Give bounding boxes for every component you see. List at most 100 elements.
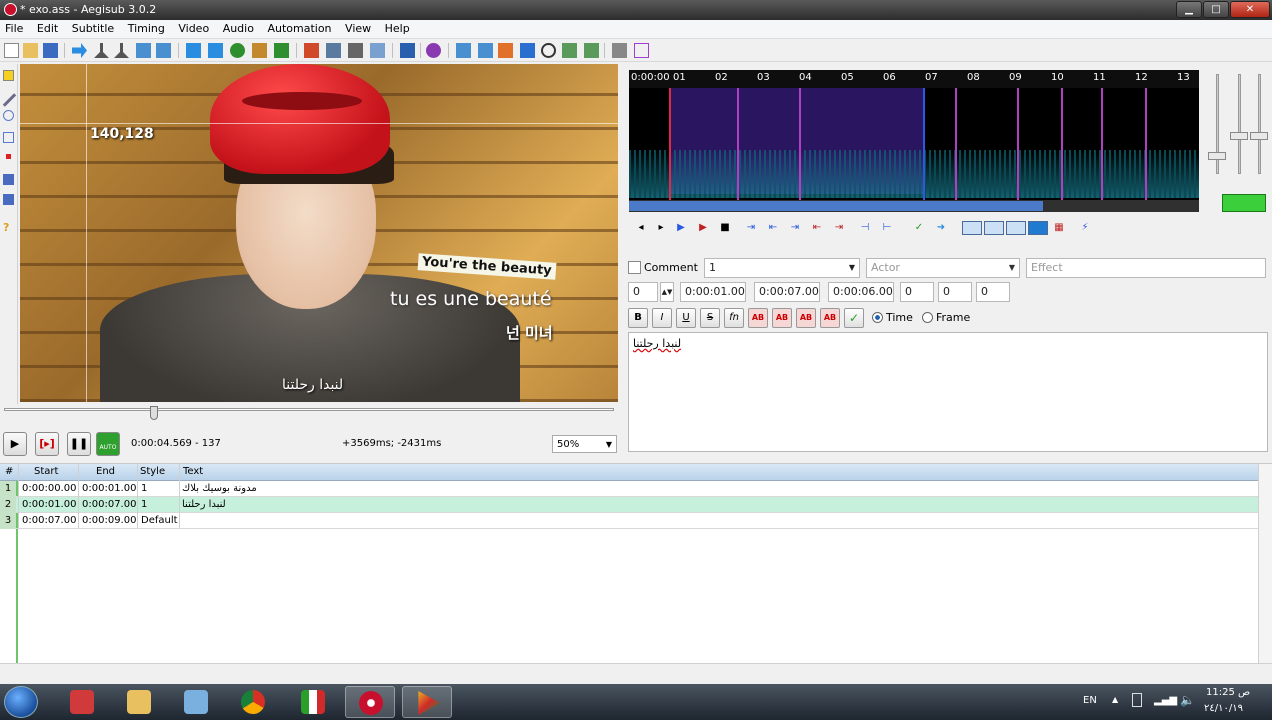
- clip-icon[interactable]: [3, 174, 14, 185]
- options-icon[interactable]: [612, 43, 627, 58]
- check-icon[interactable]: [584, 43, 599, 58]
- taskbar-app-player[interactable]: [402, 686, 452, 718]
- comment-checkbox[interactable]: [628, 261, 641, 274]
- play-before-start-icon[interactable]: ⇥: [744, 221, 758, 235]
- snap-end-icon[interactable]: [478, 43, 493, 58]
- play-to-end-icon[interactable]: ⇥: [832, 221, 846, 235]
- zoom-slider-thumb[interactable]: [1208, 152, 1226, 160]
- play-line-button[interactable]: [▸]: [35, 432, 59, 456]
- margin-left-field[interactable]: 0: [900, 282, 934, 302]
- taskbar-app-notes[interactable]: [171, 686, 221, 718]
- play-selection-icon[interactable]: ▶: [674, 221, 688, 235]
- prev-line-icon[interactable]: ◂: [634, 221, 648, 235]
- layer-spinner[interactable]: ▲▼: [660, 282, 674, 302]
- taskbar-app-downloader[interactable]: [57, 686, 107, 718]
- video-time-readout[interactable]: 0:00:04.569 - 137: [131, 435, 221, 453]
- volume-slider-track[interactable]: [1238, 74, 1241, 174]
- properties-icon[interactable]: [136, 43, 151, 58]
- close-button[interactable]: ✕: [1230, 1, 1270, 18]
- play-before-end-icon[interactable]: ⇥: [788, 221, 802, 235]
- automation-icon[interactable]: [400, 43, 415, 58]
- play-after-start-icon[interactable]: ⇤: [766, 221, 780, 235]
- commit-check-icon[interactable]: ✓: [912, 221, 926, 235]
- pipette-alt-icon[interactable]: [114, 43, 129, 58]
- outline-color-button[interactable]: AB: [796, 308, 816, 328]
- snap-start-icon[interactable]: [456, 43, 471, 58]
- jump-icon[interactable]: [72, 43, 87, 58]
- clock-time[interactable]: 11:25 ص: [1206, 687, 1250, 698]
- menu-edit[interactable]: Edit: [32, 20, 63, 35]
- maximize-button[interactable]: □: [1203, 1, 1229, 18]
- frame-radio[interactable]: [922, 312, 933, 323]
- column-header-style[interactable]: Style: [140, 466, 165, 477]
- language-indicator[interactable]: EN: [1083, 695, 1097, 706]
- lead-out-icon[interactable]: ⊢: [880, 221, 894, 235]
- autoscroll-toggle[interactable]: AUTO: [96, 432, 120, 456]
- spellcheck-icon[interactable]: [230, 43, 245, 58]
- taskbar-app-explorer[interactable]: [114, 686, 164, 718]
- margin-vertical-field[interactable]: 0: [976, 282, 1010, 302]
- menu-view[interactable]: View: [340, 20, 376, 35]
- battery-icon[interactable]: [1132, 693, 1142, 707]
- volume-slider-thumb[interactable]: [1230, 132, 1248, 140]
- karaoke-split-icon[interactable]: ⚡: [1078, 221, 1092, 235]
- aegisub-app-icon[interactable]: [4, 3, 17, 16]
- vertical-link-toggle[interactable]: [1222, 194, 1266, 212]
- actor-field[interactable]: Actor ▼: [866, 258, 1020, 278]
- minimize-button[interactable]: ▁: [1176, 1, 1202, 18]
- volume-icon[interactable]: 🔈: [1180, 693, 1195, 707]
- margin-right-field[interactable]: 0: [938, 282, 972, 302]
- menu-automation[interactable]: Automation: [262, 20, 336, 35]
- time-radio[interactable]: [872, 312, 883, 323]
- tray-expand-icon[interactable]: ▲: [1112, 695, 1118, 704]
- next-line-icon[interactable]: ▸: [654, 221, 668, 235]
- bold-button[interactable]: B: [628, 308, 648, 328]
- duration-field[interactable]: 0:00:06.00: [828, 282, 894, 302]
- clock-date[interactable]: ٢٤/١٠/١٩: [1204, 703, 1243, 714]
- grid-scrollbar[interactable]: [1258, 464, 1272, 664]
- kanji-timer-icon[interactable]: [426, 43, 441, 58]
- resample-icon[interactable]: [208, 43, 223, 58]
- attachments-icon[interactable]: [156, 43, 171, 58]
- column-header-end[interactable]: End: [96, 466, 115, 477]
- help-icon[interactable]: ?: [3, 222, 14, 233]
- rotate-xy-icon[interactable]: [3, 132, 14, 143]
- karaoke-icon[interactable]: ▦: [1052, 221, 1066, 235]
- column-header-number[interactable]: #: [5, 466, 13, 477]
- seek-thumb[interactable]: [150, 406, 158, 420]
- new-file-icon[interactable]: [4, 43, 19, 58]
- taskbar-app-chrome[interactable]: [228, 686, 278, 718]
- stop-icon[interactable]: ■: [718, 221, 732, 235]
- pipette-icon[interactable]: [94, 43, 109, 58]
- spectrum-mode-toggle[interactable]: [1028, 221, 1048, 235]
- go-to-next-icon[interactable]: ➜: [934, 221, 948, 235]
- standard-tool-icon[interactable]: [3, 70, 14, 81]
- rotate-z-icon[interactable]: [3, 110, 14, 121]
- menu-subtitle[interactable]: Subtitle: [67, 20, 119, 35]
- effect-field[interactable]: Effect: [1026, 258, 1266, 278]
- play-button[interactable]: ▶: [3, 432, 27, 456]
- menu-timing[interactable]: Timing: [123, 20, 170, 35]
- strikeout-button[interactable]: S: [700, 308, 720, 328]
- pause-button[interactable]: ❚❚: [67, 432, 91, 456]
- commit-button[interactable]: ✓: [844, 308, 864, 328]
- font-button[interactable]: fn: [724, 308, 744, 328]
- primary-color-button[interactable]: AB: [748, 308, 768, 328]
- table-row[interactable]: 1 0:00:00.00 0:00:01.00 1 مدونة بوسيك بل…: [0, 481, 1258, 497]
- network-icon[interactable]: ▂▄▆: [1154, 695, 1177, 706]
- secondary-color-button[interactable]: AB: [772, 308, 792, 328]
- scale-icon[interactable]: [6, 154, 11, 159]
- zoom-dropdown[interactable]: 50% ▼: [552, 435, 617, 453]
- open-folder-icon[interactable]: [23, 43, 38, 58]
- translation-assistant-icon[interactable]: [370, 43, 385, 58]
- audio-waveform[interactable]: 0:00:00 01 02 03 04 05 06 07 08 09 10 11…: [629, 70, 1199, 212]
- layer-field[interactable]: 0: [628, 282, 658, 302]
- taskbar-app-aegisub[interactable]: [345, 686, 395, 718]
- auto-scroll-toggle[interactable]: [1006, 221, 1026, 235]
- video-details-icon[interactable]: [252, 43, 267, 58]
- subtitle-text-editor[interactable]: لنبدا رحلتنا: [628, 332, 1268, 452]
- save-icon[interactable]: [43, 43, 58, 58]
- play-current-line-icon[interactable]: ▶: [696, 221, 710, 235]
- style-dropdown[interactable]: 1 ▼: [704, 258, 860, 278]
- audio-start-marker[interactable]: [669, 88, 671, 200]
